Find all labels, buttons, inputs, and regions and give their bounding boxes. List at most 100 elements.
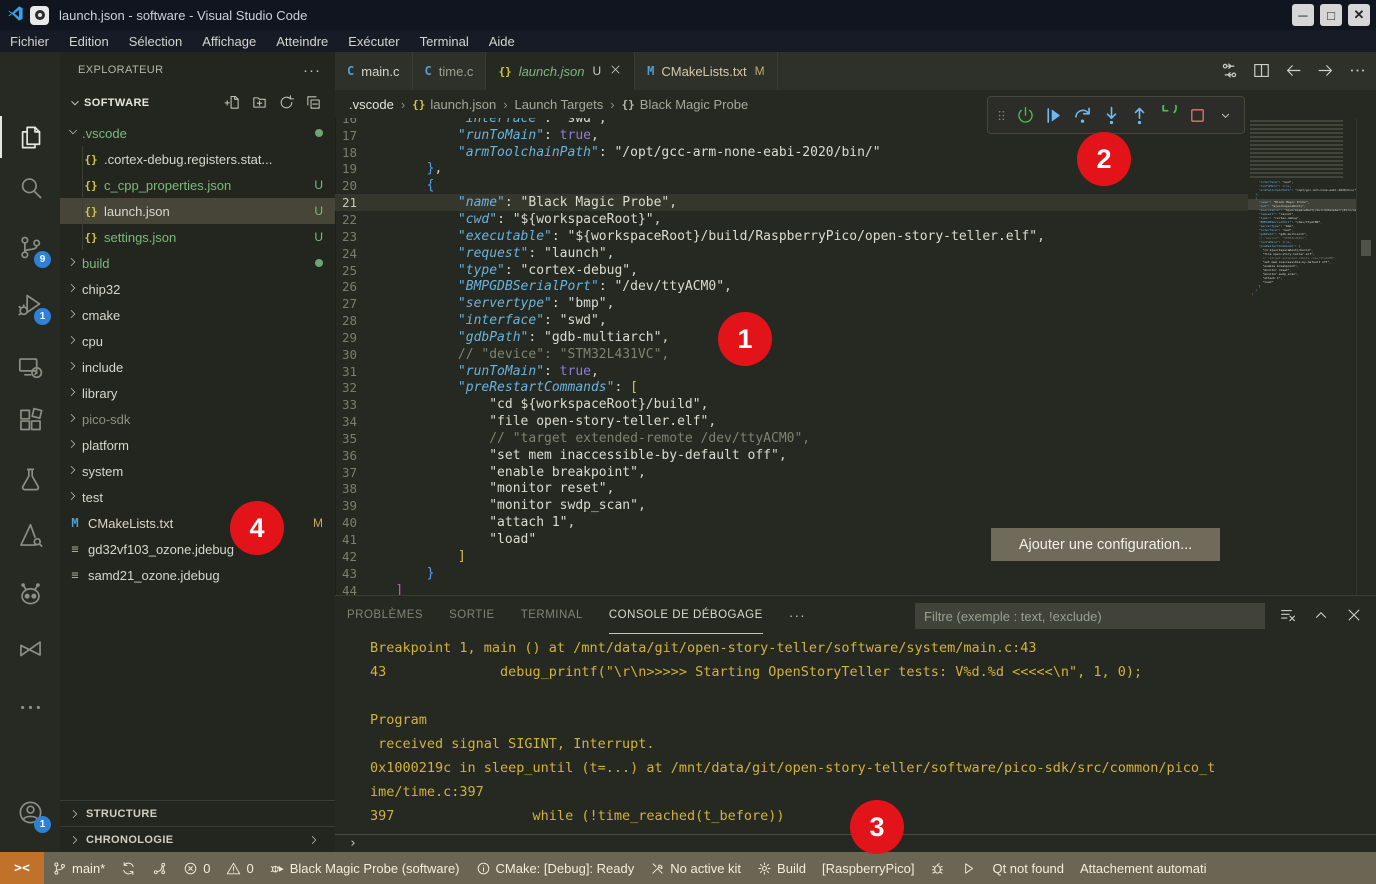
minimize-button[interactable]: ─ <box>1292 4 1314 26</box>
new-file-icon[interactable] <box>224 94 242 112</box>
tree-item-system[interactable]: system <box>60 458 335 484</box>
tree-item--vscode[interactable]: .vscode <box>60 120 335 146</box>
activity-platformio[interactable] <box>0 571 60 617</box>
continue-button[interactable] <box>1042 101 1067 129</box>
tree-item-settings-json[interactable]: {}settings.jsonU <box>60 224 335 250</box>
menu-executer[interactable]: Exécuter <box>338 30 409 52</box>
new-folder-icon[interactable] <box>251 94 269 112</box>
remote-indicator[interactable]: >< <box>0 852 44 884</box>
navigate-forward-icon[interactable] <box>1316 61 1336 81</box>
tree-item-c-cpp-properties-json[interactable]: {}c_cpp_properties.jsonU <box>60 172 335 198</box>
restart-button[interactable] <box>1156 101 1181 129</box>
activity-testing[interactable] <box>0 456 60 502</box>
status-run-target-button[interactable] <box>953 852 984 884</box>
code-editor[interactable]: 16 "interface": "swd",17 "runToMain": tr… <box>335 118 1248 595</box>
activity-explorer[interactable] <box>0 114 60 160</box>
menu-selection[interactable]: Sélection <box>119 30 192 52</box>
activity-vs-intellicode[interactable] <box>0 627 60 673</box>
panel-more-icon[interactable]: ··· <box>789 607 806 623</box>
menu-edition[interactable]: Edition <box>59 30 119 52</box>
status-git-graph[interactable] <box>144 852 175 884</box>
maximize-button[interactable]: □ <box>1320 4 1342 26</box>
tab-cmakelists[interactable]: MCMakeLists.txtM <box>635 52 777 90</box>
status-git-branch[interactable]: main* <box>44 852 113 884</box>
step-out-button[interactable] <box>1128 101 1153 129</box>
close-button[interactable]: ✕ <box>1348 4 1370 26</box>
breadcrumb-launch-json[interactable]: {}launch.json <box>412 97 496 112</box>
tab-time-c[interactable]: Ctime.c <box>413 52 487 90</box>
menu-aide[interactable]: Aide <box>479 30 525 52</box>
activity-source-control[interactable]: 9 <box>0 224 60 270</box>
scrollbar-thumb[interactable] <box>1361 240 1371 256</box>
split-editor-icon[interactable] <box>1252 61 1272 81</box>
drag-handle[interactable] <box>994 101 1009 129</box>
breadcrumb-launch-targets[interactable]: Launch Targets <box>515 97 604 112</box>
maximize-panel-icon[interactable] <box>1312 606 1331 625</box>
tree-item-library[interactable]: library <box>60 380 335 406</box>
step-over-button[interactable] <box>1070 101 1095 129</box>
activity-run-and-debug[interactable]: 1 <box>0 281 60 327</box>
outline-section[interactable]: STRUCTURE <box>60 800 335 826</box>
chevron-right-icon[interactable] <box>307 833 325 847</box>
close-icon[interactable] <box>609 63 622 79</box>
tab-problems[interactable]: PROBLÈMES <box>347 596 423 634</box>
tree-item-cmakelists-txt[interactable]: MCMakeLists.txtM <box>60 510 335 536</box>
minimap[interactable]: "interface": "swd", "runToMain": true, "… <box>1248 118 1356 595</box>
status-debug-target-button[interactable] <box>922 852 953 884</box>
tree-item-samd21-ozone-jdebug[interactable]: ≡samd21_ozone.jdebug <box>60 562 335 588</box>
status-warnings[interactable]: 0 <box>218 852 261 884</box>
timeline-section[interactable]: CHRONOLOGIE <box>60 826 335 852</box>
menu-terminal[interactable]: Terminal <box>410 30 479 52</box>
tree-item-gd32vf103-ozone-jdebug[interactable]: ≡gd32vf103_ozone.jdebug <box>60 536 335 562</box>
tab-main-c[interactable]: Cmain.c <box>335 52 413 90</box>
tree-item-build[interactable]: build <box>60 250 335 276</box>
menu-fichier[interactable]: Fichier <box>0 30 59 52</box>
refresh-icon[interactable] <box>278 94 296 112</box>
tab-terminal[interactable]: TERMINAL <box>521 596 583 634</box>
navigate-back-icon[interactable] <box>1284 61 1304 81</box>
menu-affichage[interactable]: Affichage <box>192 30 266 52</box>
clear-console-icon[interactable] <box>1279 606 1298 625</box>
breadcrumb-black-magic-probe[interactable]: {}Black Magic Probe <box>622 97 749 112</box>
stop-button[interactable] <box>1185 101 1210 129</box>
tab-launch-json[interactable]: {}launch.jsonU <box>486 52 635 90</box>
tree-item-cmake[interactable]: cmake <box>60 302 335 328</box>
status-build-target[interactable]: [RaspberryPico] <box>814 852 922 884</box>
status-cmake-status[interactable]: CMake: [Debug]: Ready <box>468 852 643 884</box>
tab-debug-console[interactable]: CONSOLE DE DÉBOGAGE <box>609 596 763 634</box>
status-debug-configuration[interactable]: Black Magic Probe (software) <box>262 852 468 884</box>
tree-item-launch-json[interactable]: {}launch.jsonU <box>60 198 335 224</box>
tree-item-platform[interactable]: platform <box>60 432 335 458</box>
status-sync[interactable] <box>113 852 144 884</box>
activity-more-views[interactable] <box>0 684 60 730</box>
more-debug-actions[interactable] <box>1213 101 1238 129</box>
add-configuration-button[interactable]: Ajouter une configuration... <box>991 528 1220 561</box>
power-button[interactable] <box>1013 101 1038 129</box>
workspace-section-header[interactable]: SOFTWARE <box>60 88 335 118</box>
activity-search[interactable] <box>0 164 60 210</box>
tree-item--cortex-debug-registers-stat-[interactable]: {}.cortex-debug.registers.stat... <box>60 146 335 172</box>
activity-cmake-tools[interactable] <box>0 512 60 558</box>
collapse-all-icon[interactable] <box>305 94 323 112</box>
status-build-button[interactable]: Build <box>749 852 814 884</box>
sidebar-more-icon[interactable]: ··· <box>303 62 321 79</box>
tree-item-pico-sdk[interactable]: pico-sdk <box>60 406 335 432</box>
status-auto-attach[interactable]: Attachement automati <box>1072 852 1214 884</box>
tree-item-cpu[interactable]: cpu <box>60 328 335 354</box>
breadcrumb--vscode[interactable]: .vscode <box>349 97 394 112</box>
activity-extensions[interactable] <box>0 397 60 443</box>
tab-output[interactable]: SORTIE <box>449 596 495 634</box>
tree-item-include[interactable]: include <box>60 354 335 380</box>
status-cmake-kit[interactable]: No active kit <box>642 852 749 884</box>
step-into-button[interactable] <box>1099 101 1124 129</box>
status-qt-status[interactable]: Qt not found <box>984 852 1072 884</box>
close-panel-icon[interactable] <box>1345 606 1364 625</box>
status-errors[interactable]: 0 <box>175 852 218 884</box>
menu-atteindre[interactable]: Atteindre <box>266 30 338 52</box>
activity-account[interactable]: 1 <box>0 789 60 835</box>
tree-item-chip32[interactable]: chip32 <box>60 276 335 302</box>
activity-remote-explorer[interactable] <box>0 344 60 390</box>
open-changes-icon[interactable] <box>1220 61 1240 81</box>
more-actions-icon[interactable] <box>1348 61 1368 81</box>
filter-input[interactable] <box>915 603 1265 629</box>
